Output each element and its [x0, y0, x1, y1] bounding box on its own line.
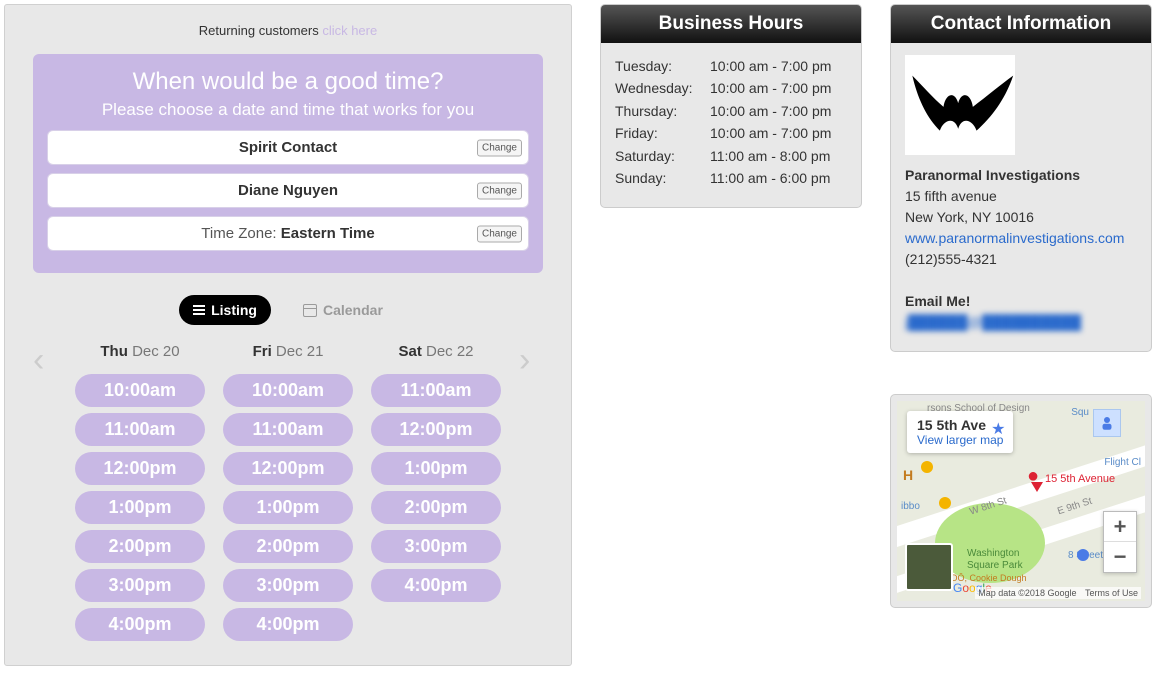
next-days-button[interactable]: › [519, 343, 543, 377]
time-slot[interactable]: 2:00pm [75, 530, 205, 563]
map-data-attribution: Map data ©2018 Google [978, 588, 1076, 598]
selected-staff: Diane Nguyen [238, 182, 338, 199]
returning-click-here-link[interactable]: click here [322, 23, 377, 38]
hero-title: When would be a good time? [43, 68, 533, 96]
prev-days-button[interactable]: ‹ [33, 343, 57, 377]
business-phone: (212)555-4321 [905, 249, 1137, 270]
hours-row: Sunday:11:00 am - 6:00 pm [615, 167, 847, 189]
hero-panel: When would be a good time? Please choose… [33, 54, 543, 273]
selected-staff-row: Diane Nguyen Change [47, 173, 529, 208]
map-footer: Map data ©2018 Google Terms of Use [975, 587, 1141, 599]
hours-row: Wednesday:10:00 am - 7:00 pm [615, 77, 847, 99]
time-slot[interactable]: 11:00am [75, 413, 205, 446]
business-addr2: New York, NY 10016 [905, 207, 1137, 228]
map-terms-link[interactable]: Terms of Use [1085, 588, 1138, 598]
map-zoom-control: + − [1103, 511, 1137, 573]
time-slot[interactable]: 11:00am [371, 374, 501, 407]
map-marker-label: 15 5th Avenue [1045, 473, 1115, 485]
time-slot[interactable]: 2:00pm [371, 491, 501, 524]
star-icon[interactable]: ★ [991, 419, 1005, 439]
returning-customer-notice: Returning customers click here [33, 23, 543, 38]
timezone-label: Time Zone: [201, 225, 280, 242]
view-tabs: Listing Calendar [33, 295, 543, 325]
time-slot[interactable]: 3:00pm [371, 530, 501, 563]
selected-service: Spirit Contact [239, 139, 337, 156]
tab-calendar[interactable]: Calendar [289, 295, 397, 325]
business-logo [905, 55, 1015, 155]
zoom-in-button[interactable]: + [1104, 512, 1136, 542]
contact-info-body: Paranormal Investigations 15 fifth avenu… [891, 43, 1151, 351]
tab-calendar-label: Calendar [323, 302, 383, 318]
booking-widget: Returning customers click here When woul… [4, 4, 572, 666]
day-column-1: Fri Dec 21 10:00am 11:00am 12:00pm 1:00pm 2:0… [223, 343, 353, 647]
map[interactable]: rsons School of Design Squ Flight Cl ibb… [897, 401, 1145, 601]
business-website-link[interactable]: www.paranormalinvestigations.com [905, 230, 1124, 246]
hero-subtitle: Please choose a date and time that works… [43, 100, 533, 120]
map-label: Washington [967, 548, 1019, 559]
map-label: Square Park [967, 560, 1023, 571]
day-header: Sat Dec 22 [371, 343, 501, 360]
map-label: Flight Cl [1104, 457, 1141, 468]
bat-icon [905, 55, 1015, 155]
time-slot[interactable]: 12:00pm [75, 452, 205, 485]
day-column-0: Thu Dec 20 10:00am 11:00am 12:00pm 1:00pm 2:0… [75, 343, 205, 647]
time-slot[interactable]: 1:00pm [75, 491, 205, 524]
selected-service-row: Spirit Contact Change [47, 130, 529, 165]
hours-row: Thursday:10:00 am - 7:00 pm [615, 100, 847, 122]
map-info-card: ★ 15 5th Ave View larger map [907, 411, 1013, 453]
map-poi-icon [921, 461, 933, 473]
day-header: Thu Dec 20 [75, 343, 205, 360]
change-service-button[interactable]: Change [477, 139, 522, 156]
map-poi-icon [939, 497, 951, 509]
selected-timezone-row: Time Zone: Eastern Time Change [47, 216, 529, 251]
map-poi-icon [1077, 549, 1089, 561]
hours-row: Saturday:11:00 am - 8:00 pm [615, 145, 847, 167]
time-slot[interactable]: 4:00pm [223, 608, 353, 641]
map-pin-icon: ● [1027, 465, 1043, 492]
time-slot[interactable]: 12:00pm [371, 413, 501, 446]
business-hours-title: Business Hours [601, 5, 861, 43]
contact-info-panel: Contact Information Paranormal Investiga… [890, 4, 1152, 352]
map-panel: rsons School of Design Squ Flight Cl ibb… [890, 394, 1152, 608]
time-slot[interactable]: 10:00am [75, 374, 205, 407]
business-email-link[interactable]: j██████@██████████ [905, 314, 1081, 330]
tab-listing[interactable]: Listing [179, 295, 271, 325]
change-timezone-button[interactable]: Change [477, 225, 522, 242]
time-slot[interactable]: 2:00pm [223, 530, 353, 563]
time-slot[interactable]: 4:00pm [371, 569, 501, 602]
list-icon [193, 305, 205, 315]
time-slot[interactable]: 4:00pm [75, 608, 205, 641]
map-thumbnail[interactable] [905, 543, 953, 591]
timezone-value: Eastern Time [281, 225, 375, 242]
time-slot[interactable]: 1:00pm [371, 452, 501, 485]
map-label: H [903, 467, 913, 483]
time-slot[interactable]: 12:00pm [223, 452, 353, 485]
calendar-icon [303, 304, 317, 317]
time-slot[interactable]: 10:00am [223, 374, 353, 407]
hours-row: Friday:10:00 am - 7:00 pm [615, 122, 847, 144]
contact-info-title: Contact Information [891, 5, 1151, 43]
change-staff-button[interactable]: Change [477, 182, 522, 199]
returning-text: Returning customers [199, 23, 323, 38]
hours-row: Tuesday:10:00 am - 7:00 pm [615, 55, 847, 77]
business-addr1: 15 fifth avenue [905, 186, 1137, 207]
map-label: ibbo [901, 501, 920, 512]
tab-listing-label: Listing [211, 302, 257, 318]
map-label: Squ [1071, 407, 1089, 418]
day-header: Fri Dec 21 [223, 343, 353, 360]
business-name: Paranormal Investigations [905, 165, 1137, 186]
time-slot[interactable]: 1:00pm [223, 491, 353, 524]
time-slot[interactable]: 3:00pm [223, 569, 353, 602]
business-hours-panel: Business Hours Tuesday:10:00 am - 7:00 p… [600, 4, 862, 208]
email-label: Email Me! [905, 291, 1137, 312]
zoom-out-button[interactable]: − [1104, 542, 1136, 572]
time-slot[interactable]: 11:00am [223, 413, 353, 446]
day-grid: ‹ Thu Dec 20 10:00am 11:00am 12:00pm 1:00pm 2… [33, 343, 543, 647]
map-person-icon [1093, 409, 1121, 437]
day-column-2: Sat Dec 22 11:00am 12:00pm 1:00pm 2:00pm 3:00… [371, 343, 501, 608]
time-slot[interactable]: 3:00pm [75, 569, 205, 602]
business-hours-body: Tuesday:10:00 am - 7:00 pmWednesday:10:0… [601, 43, 861, 207]
